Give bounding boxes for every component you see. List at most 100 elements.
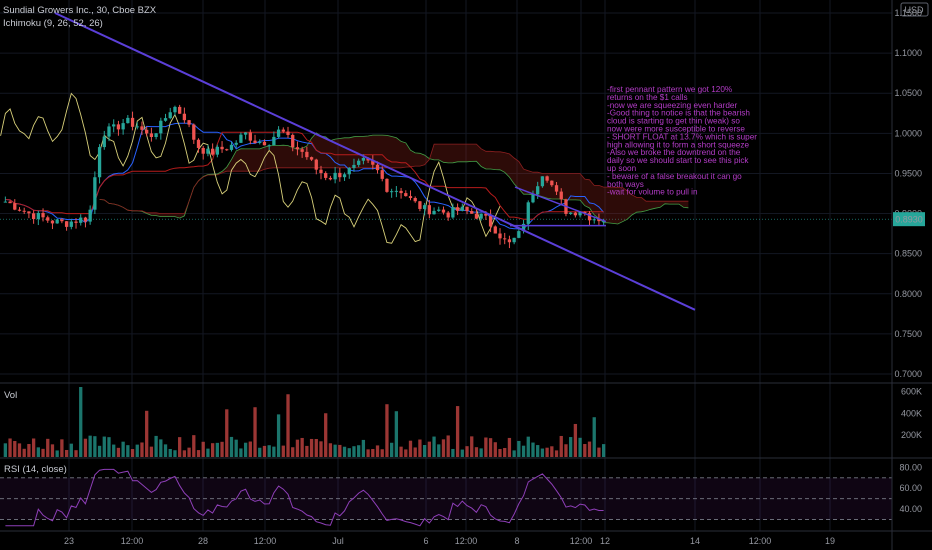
- volume-bar: [521, 445, 526, 457]
- volume-bar: [41, 448, 45, 457]
- volume-bar: [569, 437, 573, 457]
- volume-bar: [46, 438, 50, 457]
- volume-bar: [526, 436, 530, 457]
- candle-body: [93, 177, 97, 210]
- volume-bar: [540, 448, 545, 457]
- candle-body: [258, 141, 262, 143]
- candle-body: [135, 126, 139, 128]
- time-tick-label: 12:00: [254, 536, 277, 546]
- volume-bar: [314, 438, 318, 457]
- volume-bar: [83, 438, 88, 457]
- candle-body: [512, 237, 516, 243]
- candle-body: [418, 201, 422, 209]
- volume-bar: [474, 447, 479, 457]
- time-tick-label: 12: [600, 536, 610, 546]
- volume-bar: [154, 435, 158, 457]
- volume-bar: [559, 435, 563, 457]
- volume-bar: [8, 438, 12, 457]
- volume-bar: [418, 439, 422, 457]
- volume-bar: [126, 445, 130, 457]
- volume-bar: [422, 445, 427, 457]
- time-axis[interactable]: 23 12:00 28 12:00 Jul 6 12:00 8 12:00 12 14 12:00 19: [64, 536, 835, 546]
- candle-body: [385, 178, 389, 192]
- volume-bar: [13, 441, 17, 457]
- volume-bar: [243, 442, 248, 457]
- candle-body: [328, 177, 333, 180]
- rsi-pane: [0, 468, 892, 527]
- time-tick-label: 6: [423, 536, 428, 546]
- candle-body: [234, 142, 238, 145]
- volume-bar: [592, 417, 596, 457]
- candle-body: [36, 212, 40, 220]
- volume-bar: [460, 449, 464, 457]
- candle-body: [300, 149, 304, 152]
- candle-body: [531, 194, 535, 203]
- time-tick-label: 19: [825, 536, 835, 546]
- candle-body: [361, 157, 366, 161]
- volume-bar: [97, 445, 102, 457]
- candle-body: [441, 209, 446, 213]
- volume-bar: [446, 435, 450, 457]
- candle-body: [60, 219, 64, 222]
- volume-bar: [130, 449, 135, 457]
- downtrend-line: [54, 12, 696, 311]
- candle-body: [540, 176, 545, 187]
- candle-body: [488, 215, 493, 227]
- candle-body: [517, 231, 521, 238]
- candle-body: [192, 124, 196, 140]
- volume-bar: [583, 444, 587, 457]
- volume-bar: [234, 439, 238, 457]
- volume-bar: [93, 436, 97, 457]
- candle-body: [342, 174, 347, 178]
- volume-bar: [380, 449, 384, 457]
- candle-body: [239, 134, 243, 143]
- candle-body: [498, 233, 502, 239]
- candle-body: [507, 239, 512, 243]
- candle-body: [3, 201, 8, 203]
- volume-bar: [309, 438, 314, 457]
- candle-body: [130, 117, 135, 127]
- candle-body: [88, 209, 92, 222]
- candle-body: [413, 198, 417, 202]
- volume-bar: [64, 449, 69, 457]
- volume-bar: [31, 438, 36, 457]
- candle-body: [559, 191, 563, 200]
- rsi-axis: 80.00 60.00 40.00: [899, 462, 922, 514]
- volume-bar: [22, 448, 26, 457]
- indicator-title[interactable]: Ichimoku (9, 26, 52, 26): [3, 18, 103, 29]
- price-axis[interactable]: 0.70000.75000.80000.85000.90000.95001.00…: [894, 8, 922, 379]
- volume-bar: [168, 448, 172, 457]
- volume-bar: [507, 437, 512, 457]
- candle-body: [55, 219, 59, 224]
- volume-bar: [229, 436, 234, 457]
- volume-bar: [300, 437, 304, 457]
- candle-body: [427, 205, 431, 215]
- chart-canvas[interactable]: Sundial Growers Inc., 30, Cboe BZX Ichim…: [0, 0, 932, 550]
- candle-body: [324, 173, 328, 178]
- candle-body: [432, 210, 436, 215]
- annotation-line: -wait for volume to pull in: [607, 188, 698, 197]
- volume-bar: [225, 409, 229, 457]
- candle-body: [422, 205, 427, 209]
- trendline-drawings[interactable]: [54, 12, 696, 311]
- candle-body: [470, 211, 474, 214]
- volume-bar: [338, 444, 342, 457]
- volume-bar: [173, 450, 177, 457]
- rsi-label[interactable]: RSI (14, close): [4, 464, 67, 475]
- volume-bar: [531, 442, 535, 457]
- volume-bar: [488, 438, 493, 457]
- candle-body: [168, 112, 172, 119]
- candle-body: [225, 149, 229, 151]
- symbol-title[interactable]: Sundial Growers Inc., 30, Cboe BZX: [3, 5, 157, 16]
- annotation-text[interactable]: -first pennant pattern we got 120%return…: [607, 85, 757, 197]
- volume-bar: [291, 447, 295, 457]
- volume-bar: [112, 444, 116, 457]
- candle-body: [41, 212, 45, 218]
- volume-bar: [145, 410, 149, 457]
- candle-body: [31, 213, 36, 220]
- candle-body: [215, 146, 219, 155]
- candle-body: [380, 170, 384, 179]
- volume-bar: [503, 447, 507, 457]
- volume-label[interactable]: Vol: [4, 390, 17, 401]
- volume-bar: [470, 436, 474, 457]
